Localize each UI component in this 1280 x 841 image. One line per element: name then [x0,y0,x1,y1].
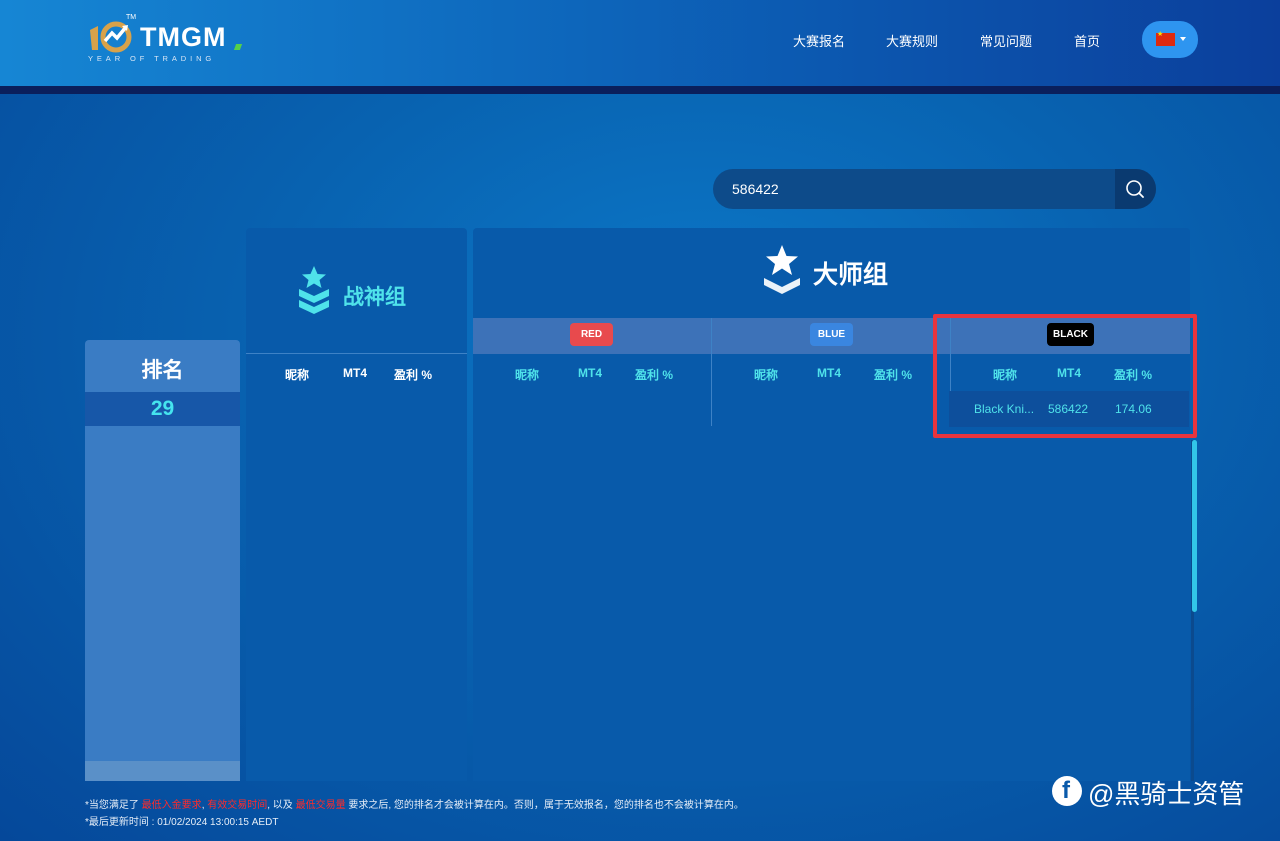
blue-col-nickname[interactable]: 昵称 [754,366,778,383]
rank-panel-footer [85,761,240,781]
footer-separator-1: , [201,800,205,811]
nav-contest-rules[interactable]: 大赛规则 [886,31,938,50]
blue-col-profit[interactable]: 盈利 % [874,366,912,383]
chevron-down-icon [1180,37,1186,41]
scrollbar-thumb[interactable] [1192,440,1197,612]
nav-faq[interactable]: 常见问题 [980,31,1032,50]
footer-suffix: 要求之后, 您的排名才会被计算在内。否则，属于无效报名，您的排名也不会被计算在内… [348,800,744,811]
team-divider-1 [711,318,712,426]
red-col-mt4[interactable]: MT4 [578,366,602,380]
red-col-nickname[interactable]: 昵称 [515,366,539,383]
ares-group-panel: 战神组 [246,228,467,781]
last-updated: *最后更新时间 : 01/02/2024 13:00:15 AEDT [85,817,279,828]
logo-trademark: TM [126,14,137,21]
search-box [713,169,1156,209]
blue-col-mt4[interactable]: MT4 [817,366,841,380]
rank-value-row: 29 [85,392,240,426]
footer-prefix: *当您满足了 [85,800,139,811]
top-header: TM TMGM YEAR OF TRADING 大赛报名 大赛规则 常见问题 首… [0,0,1280,86]
ares-header-divider [246,353,467,354]
footer-note: *当您满足了 最低入金要求, 有效交易时间, 以及 最低交易量 要求之后, 您的… [85,797,744,831]
ares-col-nickname[interactable]: 昵称 [285,366,309,383]
logo-green-dot [233,44,243,50]
footer-separator-2: , 以及 [267,800,293,811]
logo-10-icon [90,21,132,53]
min-deposit-link[interactable]: 最低入金要求 [142,800,202,811]
tmgm-logo[interactable]: TM TMGM YEAR OF TRADING [88,14,248,66]
rank-chevrons-icon [299,266,329,314]
logo-text: TMGM [140,22,227,52]
footer-line-1: *当您满足了 最低入金要求, 有效交易时间, 以及 最低交易量 要求之后, 您的… [85,797,744,814]
master-group-panel: 大师组 [473,228,1190,781]
china-flag-icon [1156,30,1175,46]
master-group-title: 大师组 [813,261,889,289]
facebook-icon [1052,776,1082,806]
ares-group-title: 战神组 [343,286,406,309]
valid-trading-time-link[interactable]: 有效交易时间 [207,800,267,811]
search-icon [1126,180,1144,198]
rank-panel: 排名 29 [85,340,240,781]
nav-contest-signup[interactable]: 大赛报名 [793,31,845,50]
rank-value: 29 [150,397,175,420]
ares-col-mt4[interactable]: MT4 [343,366,367,380]
rank-title: 排名 [141,359,184,382]
logo-subtitle: YEAR OF TRADING [88,54,216,63]
language-selector[interactable] [1142,21,1198,58]
ares-col-profit[interactable]: 盈利 % [394,366,432,383]
search-input[interactable] [713,169,1113,209]
red-col-profit[interactable]: 盈利 % [635,366,673,383]
master-star-icon [764,245,800,294]
search-button[interactable] [1115,169,1156,209]
nav-home[interactable]: 首页 [1074,31,1100,50]
team-badge-red[interactable]: RED [570,323,613,346]
header-divider [0,86,1280,94]
min-volume-link[interactable]: 最低交易量 [296,800,346,811]
highlight-annotation-box [933,314,1197,438]
team-badge-blue[interactable]: BLUE [810,323,853,346]
watermark-text: @黑骑士资管 [1088,779,1245,809]
